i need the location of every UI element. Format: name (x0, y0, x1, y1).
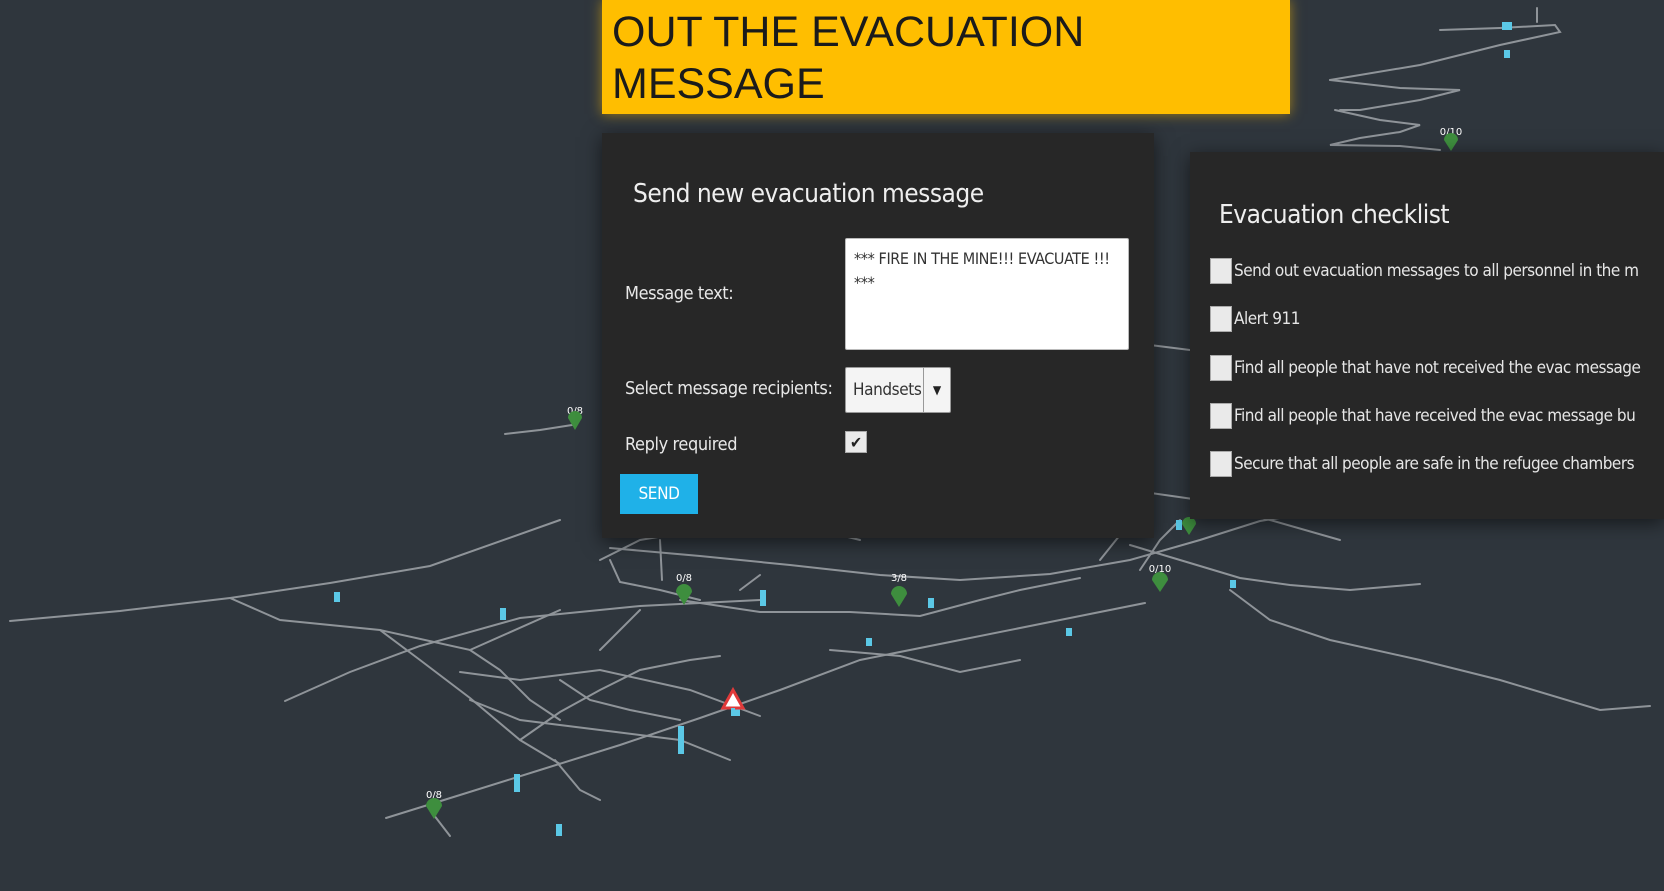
checklist-item[interactable]: Find all people that have not received t… (1210, 355, 1641, 381)
recipients-selected-value: Handsets (853, 380, 922, 400)
send-evacuation-message-panel: Send new evacuation message Message text… (602, 133, 1154, 538)
evacuation-checklist-panel: Evacuation checklist Send out evacuation… (1190, 152, 1664, 519)
checklist-checkbox[interactable] (1210, 403, 1232, 429)
checklist-item[interactable]: Find all people that have received the e… (1210, 403, 1636, 429)
checklist-item-label: Secure that all people are safe in the r… (1234, 454, 1635, 474)
chevron-down-icon[interactable]: ▼ (923, 368, 950, 412)
banner-line-2: MESSAGE (612, 60, 825, 108)
checklist-item[interactable]: Alert 911 (1210, 306, 1300, 332)
checklist-item-label: Find all people that have not received t… (1234, 358, 1641, 378)
checklist-checkbox[interactable] (1210, 451, 1232, 477)
message-text-input[interactable]: *** FIRE IN THE MINE!!! EVACUATE !!! *** (845, 238, 1129, 350)
panel-title: Send new evacuation message (633, 179, 984, 209)
refuge-capacity-label: 0/8 (676, 573, 692, 584)
refuge-chamber-marker[interactable]: 0/10 (1149, 564, 1171, 592)
checklist-checkbox[interactable] (1210, 258, 1232, 284)
checklist-item[interactable]: Send out evacuation messages to all pers… (1210, 258, 1639, 284)
refuge-chamber-marker[interactable]: 3/8 (891, 573, 907, 607)
checklist-item[interactable]: Secure that all people are safe in the r… (1210, 451, 1635, 477)
message-text-label: Message text: (625, 283, 734, 304)
banner-line-1: OUT THE EVACUATION (612, 8, 1085, 56)
send-button[interactable]: SEND (620, 474, 698, 514)
checkmark-icon: ✔ (849, 432, 863, 452)
checklist-checkbox[interactable] (1210, 355, 1232, 381)
reply-required-label: Reply required (625, 434, 738, 455)
checklist-item-label: Find all people that have received the e… (1234, 406, 1636, 426)
checklist-checkbox[interactable] (1210, 306, 1232, 332)
recipients-select[interactable]: Handsets ▼ (845, 367, 951, 413)
refuge-capacity-label: 3/8 (891, 573, 907, 584)
refuge-chamber-marker[interactable]: 0/8 (676, 573, 692, 605)
reply-required-checkbox[interactable]: ✔ (845, 431, 867, 453)
refuge-chamber-marker[interactable]: 0/10 (1440, 127, 1462, 151)
checklist-title: Evacuation checklist (1219, 200, 1450, 230)
refuge-chamber-marker[interactable] (1182, 517, 1196, 535)
refuge-chamber-marker[interactable]: 0/8 (426, 790, 442, 819)
checklist-item-label: Send out evacuation messages to all pers… (1234, 261, 1639, 281)
checklist-item-label: Alert 911 (1234, 309, 1300, 329)
instruction-banner: OUT THE EVACUATION MESSAGE (602, 0, 1290, 114)
recipients-label: Select message recipients: (625, 378, 833, 399)
